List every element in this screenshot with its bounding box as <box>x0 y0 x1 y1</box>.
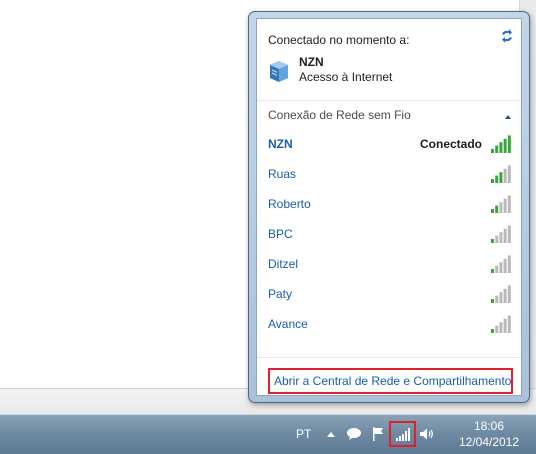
wifi-network-item[interactable]: BPC <box>257 219 521 249</box>
signal-bar <box>503 228 507 243</box>
wifi-network-name: NZN <box>268 137 293 151</box>
wireless-section-header: Conexão de Rede sem Fio <box>268 108 411 122</box>
balloon-icon <box>347 428 361 440</box>
clock-time: 18:06 <box>473 419 505 433</box>
wifi-connection-status: Conectado <box>420 137 483 151</box>
signal-bar <box>491 149 494 153</box>
signal-bar <box>495 175 499 183</box>
volume-tray-button[interactable] <box>418 425 436 443</box>
signal-bar <box>499 292 503 303</box>
speaker-icon <box>420 428 433 440</box>
signal-bar <box>499 172 503 183</box>
network-icon <box>270 61 288 82</box>
wifi-network-name: BPC <box>268 227 293 241</box>
signal-strength-icon <box>491 165 511 183</box>
signal-bar <box>495 235 499 243</box>
signal-bar <box>503 288 507 303</box>
signal-bar <box>503 168 507 183</box>
wifi-network-name: Ruas <box>268 167 297 181</box>
wifi-network-item[interactable]: NZN Conectado <box>257 129 521 159</box>
signal-bar <box>503 198 507 213</box>
signal-bar <box>495 205 499 213</box>
language-indicator[interactable]: PT <box>296 427 311 441</box>
signal-bar <box>507 255 511 273</box>
show-hidden-icons-button[interactable] <box>322 425 340 443</box>
signal-strength-icon <box>491 285 511 303</box>
signal-bar <box>491 269 494 273</box>
signal-bar <box>495 295 499 303</box>
signal-strength-icon <box>491 225 511 243</box>
signal-bar <box>507 195 511 213</box>
network-signal-icon <box>395 427 410 441</box>
wifi-network-name: Paty <box>268 287 293 301</box>
signal-bar <box>495 325 499 333</box>
signal-strength-icon <box>491 255 511 273</box>
wifi-network-item[interactable]: Ditzel <box>257 249 521 279</box>
flag-icon <box>373 427 383 441</box>
clock-date: 12/04/2012 <box>458 435 520 449</box>
signal-bar <box>507 315 511 333</box>
signal-bar <box>491 209 494 213</box>
wifi-network-item[interactable]: Ruas <box>257 159 521 189</box>
network-tray-button[interactable] <box>389 421 416 447</box>
clock[interactable]: 18:06 12/04/2012 <box>446 418 532 450</box>
signal-bar <box>499 202 503 213</box>
taskbar: PT 18:06 12/04/2012 <box>0 414 536 454</box>
signal-bar <box>491 299 494 303</box>
signal-bar <box>499 142 503 153</box>
divider <box>257 357 521 358</box>
signal-bar <box>491 179 494 183</box>
current-network-status: Acesso à Internet <box>299 70 393 84</box>
signal-strength-icon <box>491 315 511 333</box>
wifi-network-item[interactable]: Avance <box>257 309 521 339</box>
current-connection-header: Conectado no momento a: <box>268 33 410 47</box>
action-center-flag-icon[interactable] <box>369 425 387 443</box>
signal-bar <box>507 165 511 183</box>
wifi-network-name: Avance <box>268 317 308 331</box>
signal-bar <box>507 135 511 153</box>
action-center-balloon-icon[interactable] <box>345 425 363 443</box>
refresh-icon[interactable] <box>499 28 515 44</box>
wifi-network-list: NZN Conectado Ruas Roberto BPC Ditzel Pa… <box>257 129 521 339</box>
current-network-name: NZN <box>299 55 324 69</box>
network-flyout: Conectado no momento a: NZN Acesso à Int… <box>248 11 530 403</box>
wifi-network-name: Ditzel <box>268 257 299 271</box>
open-network-center-link[interactable]: Abrir a Central de Rede e Compartilhamen… <box>268 368 513 394</box>
signal-bar <box>491 329 494 333</box>
signal-bar <box>507 285 511 303</box>
signal-strength-icon <box>491 135 511 153</box>
signal-bar <box>499 232 503 243</box>
signal-bar <box>503 258 507 273</box>
signal-strength-icon <box>491 195 511 213</box>
wifi-network-item[interactable]: Roberto <box>257 189 521 219</box>
divider <box>257 100 521 101</box>
network-flyout-panel: Conectado no momento a: NZN Acesso à Int… <box>256 18 522 396</box>
signal-bar <box>503 318 507 333</box>
signal-bar <box>499 322 503 333</box>
wifi-network-item[interactable]: Paty <box>257 279 521 309</box>
signal-bar <box>495 265 499 273</box>
signal-bar <box>491 239 494 243</box>
wifi-network-name: Roberto <box>268 197 311 211</box>
signal-bar <box>495 145 499 153</box>
signal-bar <box>507 225 511 243</box>
collapse-icon[interactable] <box>502 112 514 122</box>
signal-bar <box>499 262 503 273</box>
signal-bar <box>503 138 507 153</box>
